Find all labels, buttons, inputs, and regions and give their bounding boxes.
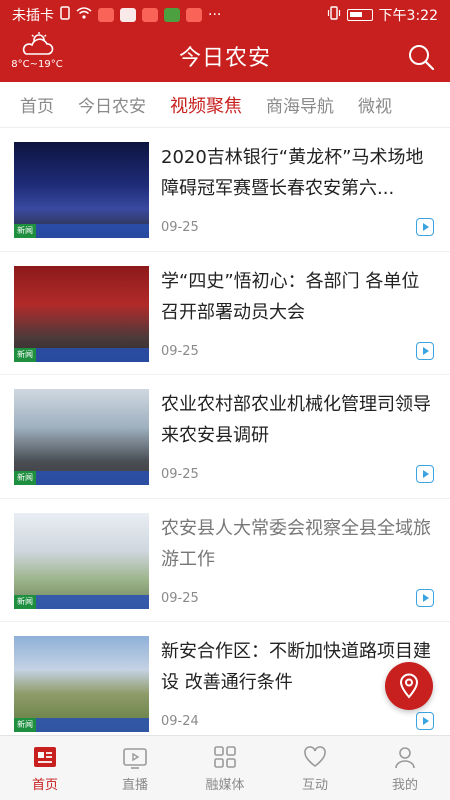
nav-label: 融媒体 bbox=[205, 777, 245, 793]
item-info: 农业农村部农业机械化管理司领导来农安县调研 09-25 bbox=[149, 389, 434, 498]
video-thumbnail: 新闻 bbox=[14, 512, 149, 609]
news-date: 09-25 bbox=[161, 220, 199, 235]
list-item[interactable]: 新闻 2020吉林银行“黄龙杯”马术场地障碍冠军赛暨长春农安第六... 09-2… bbox=[0, 128, 450, 252]
news-title: 学“四史”悟初心：各部门 各单位召开部署动员大会 bbox=[161, 270, 420, 323]
play-icon[interactable] bbox=[416, 712, 434, 730]
status-bar: 未插卡 ··· 下午3:22 bbox=[0, 0, 450, 30]
app-notification-icon bbox=[120, 8, 136, 22]
home-news-icon bbox=[34, 746, 56, 767]
news-date: 09-24 bbox=[161, 714, 199, 729]
search-icon bbox=[409, 45, 435, 71]
search-button[interactable] bbox=[406, 42, 436, 72]
video-thumbnail: 新闻 bbox=[14, 265, 149, 362]
nav-profile[interactable]: 我的 bbox=[360, 736, 450, 800]
weather-temperature: 8°C~19°C bbox=[11, 59, 63, 70]
video-thumbnail: 新闻 bbox=[14, 142, 149, 238]
news-date: 09-25 bbox=[161, 467, 199, 482]
carrier-text: 未插卡 bbox=[12, 8, 54, 24]
tab-micro-video[interactable]: 微视 bbox=[346, 92, 404, 117]
app-notification-icon bbox=[142, 8, 158, 22]
video-thumbnail: 新闻 bbox=[14, 636, 149, 732]
app-notification-icon bbox=[98, 8, 114, 22]
news-title: 农业农村部农业机械化管理司领导来农安县调研 bbox=[161, 394, 431, 446]
nav-label: 直播 bbox=[121, 777, 148, 793]
nav-label: 互动 bbox=[301, 777, 328, 793]
nav-interact[interactable]: 互动 bbox=[270, 736, 360, 800]
vibrate-icon bbox=[327, 6, 341, 24]
list-item[interactable]: 新闻 农安县人大常委会视察全县全域旅游工作 09-25 bbox=[0, 499, 450, 622]
tab-home[interactable]: 首页 bbox=[8, 92, 66, 117]
cloud-icon bbox=[22, 32, 54, 55]
nav-media[interactable]: 融媒体 bbox=[180, 736, 270, 800]
news-date: 09-25 bbox=[161, 590, 199, 606]
nav-label: 首页 bbox=[31, 777, 58, 793]
list-item[interactable]: 新闻 农业农村部农业机械化管理司领导来农安县调研 09-25 bbox=[0, 375, 450, 499]
live-tv-icon bbox=[123, 747, 147, 769]
play-icon[interactable] bbox=[416, 341, 434, 360]
play-icon[interactable] bbox=[416, 465, 434, 483]
status-time: 下午3:22 bbox=[378, 8, 438, 24]
tab-today-nongan[interactable]: 今日农安 bbox=[66, 92, 158, 117]
news-title: 农安县人大常委会视察全县全域旅游工作 bbox=[161, 517, 431, 570]
item-info: 学“四史”悟初心：各部门 各单位召开部署动员大会 09-25 bbox=[149, 266, 434, 375]
tab-video-focus[interactable]: 视频聚焦 bbox=[158, 92, 254, 118]
battery-icon bbox=[346, 9, 373, 21]
item-info: 农安县人大常委会视察全县全域旅游工作 09-25 bbox=[149, 513, 434, 622]
sim-icon bbox=[60, 6, 70, 24]
location-pin-icon bbox=[399, 673, 419, 699]
category-tabs: 首页 今日农安 视频聚焦 商海导航 微视 bbox=[0, 82, 450, 128]
play-icon[interactable] bbox=[416, 218, 434, 236]
news-date: 09-25 bbox=[161, 343, 199, 359]
location-button[interactable] bbox=[385, 662, 433, 710]
list-item[interactable]: 新闻 学“四史”悟初心：各部门 各单位召开部署动员大会 09-25 bbox=[0, 252, 450, 375]
news-title: 2020吉林银行“黄龙杯”马术场地障碍冠军赛暨长春农安第六... bbox=[161, 147, 424, 199]
wifi-icon bbox=[76, 7, 92, 23]
user-icon bbox=[395, 746, 415, 768]
video-thumbnail: 新闻 bbox=[14, 389, 149, 485]
play-icon[interactable] bbox=[416, 588, 434, 607]
app-header: 8°C~19°C 今日农安 bbox=[0, 30, 450, 82]
news-tag: 新闻 bbox=[14, 224, 36, 238]
heart-icon bbox=[304, 745, 326, 767]
more-dots-icon: ··· bbox=[208, 7, 222, 23]
item-info: 2020吉林银行“黄龙杯”马术场地障碍冠军赛暨长春农安第六... 09-25 bbox=[149, 142, 434, 251]
grid-icon bbox=[214, 745, 236, 768]
weather-widget[interactable]: 8°C~19°C bbox=[8, 32, 66, 71]
news-tag: 新闻 bbox=[14, 471, 36, 485]
bottom-navigation: 首页 直播 融媒体 互动 我的 bbox=[0, 735, 450, 800]
news-list: 新闻 2020吉林银行“黄龙杯”马术场地障碍冠军赛暨长春农安第六... 09-2… bbox=[0, 128, 450, 746]
nav-live[interactable]: 直播 bbox=[90, 736, 180, 800]
weibo-icon bbox=[186, 8, 202, 22]
status-left: 未插卡 ··· bbox=[12, 5, 221, 25]
list-item[interactable]: 新闻 新安合作区：不断加快道路项目建设 改善通行条件 09-24 bbox=[0, 622, 450, 746]
nav-label: 我的 bbox=[391, 777, 418, 793]
status-right: 下午3:22 bbox=[327, 5, 438, 25]
page-title: 今日农安 bbox=[178, 46, 271, 71]
nav-home[interactable]: 首页 bbox=[0, 736, 90, 800]
news-tag: 新闻 bbox=[14, 718, 36, 732]
news-tag: 新闻 bbox=[14, 347, 36, 362]
tab-business-nav[interactable]: 商海导航 bbox=[254, 92, 346, 117]
app-notification-icon bbox=[164, 8, 180, 22]
news-tag: 新闻 bbox=[14, 594, 36, 609]
